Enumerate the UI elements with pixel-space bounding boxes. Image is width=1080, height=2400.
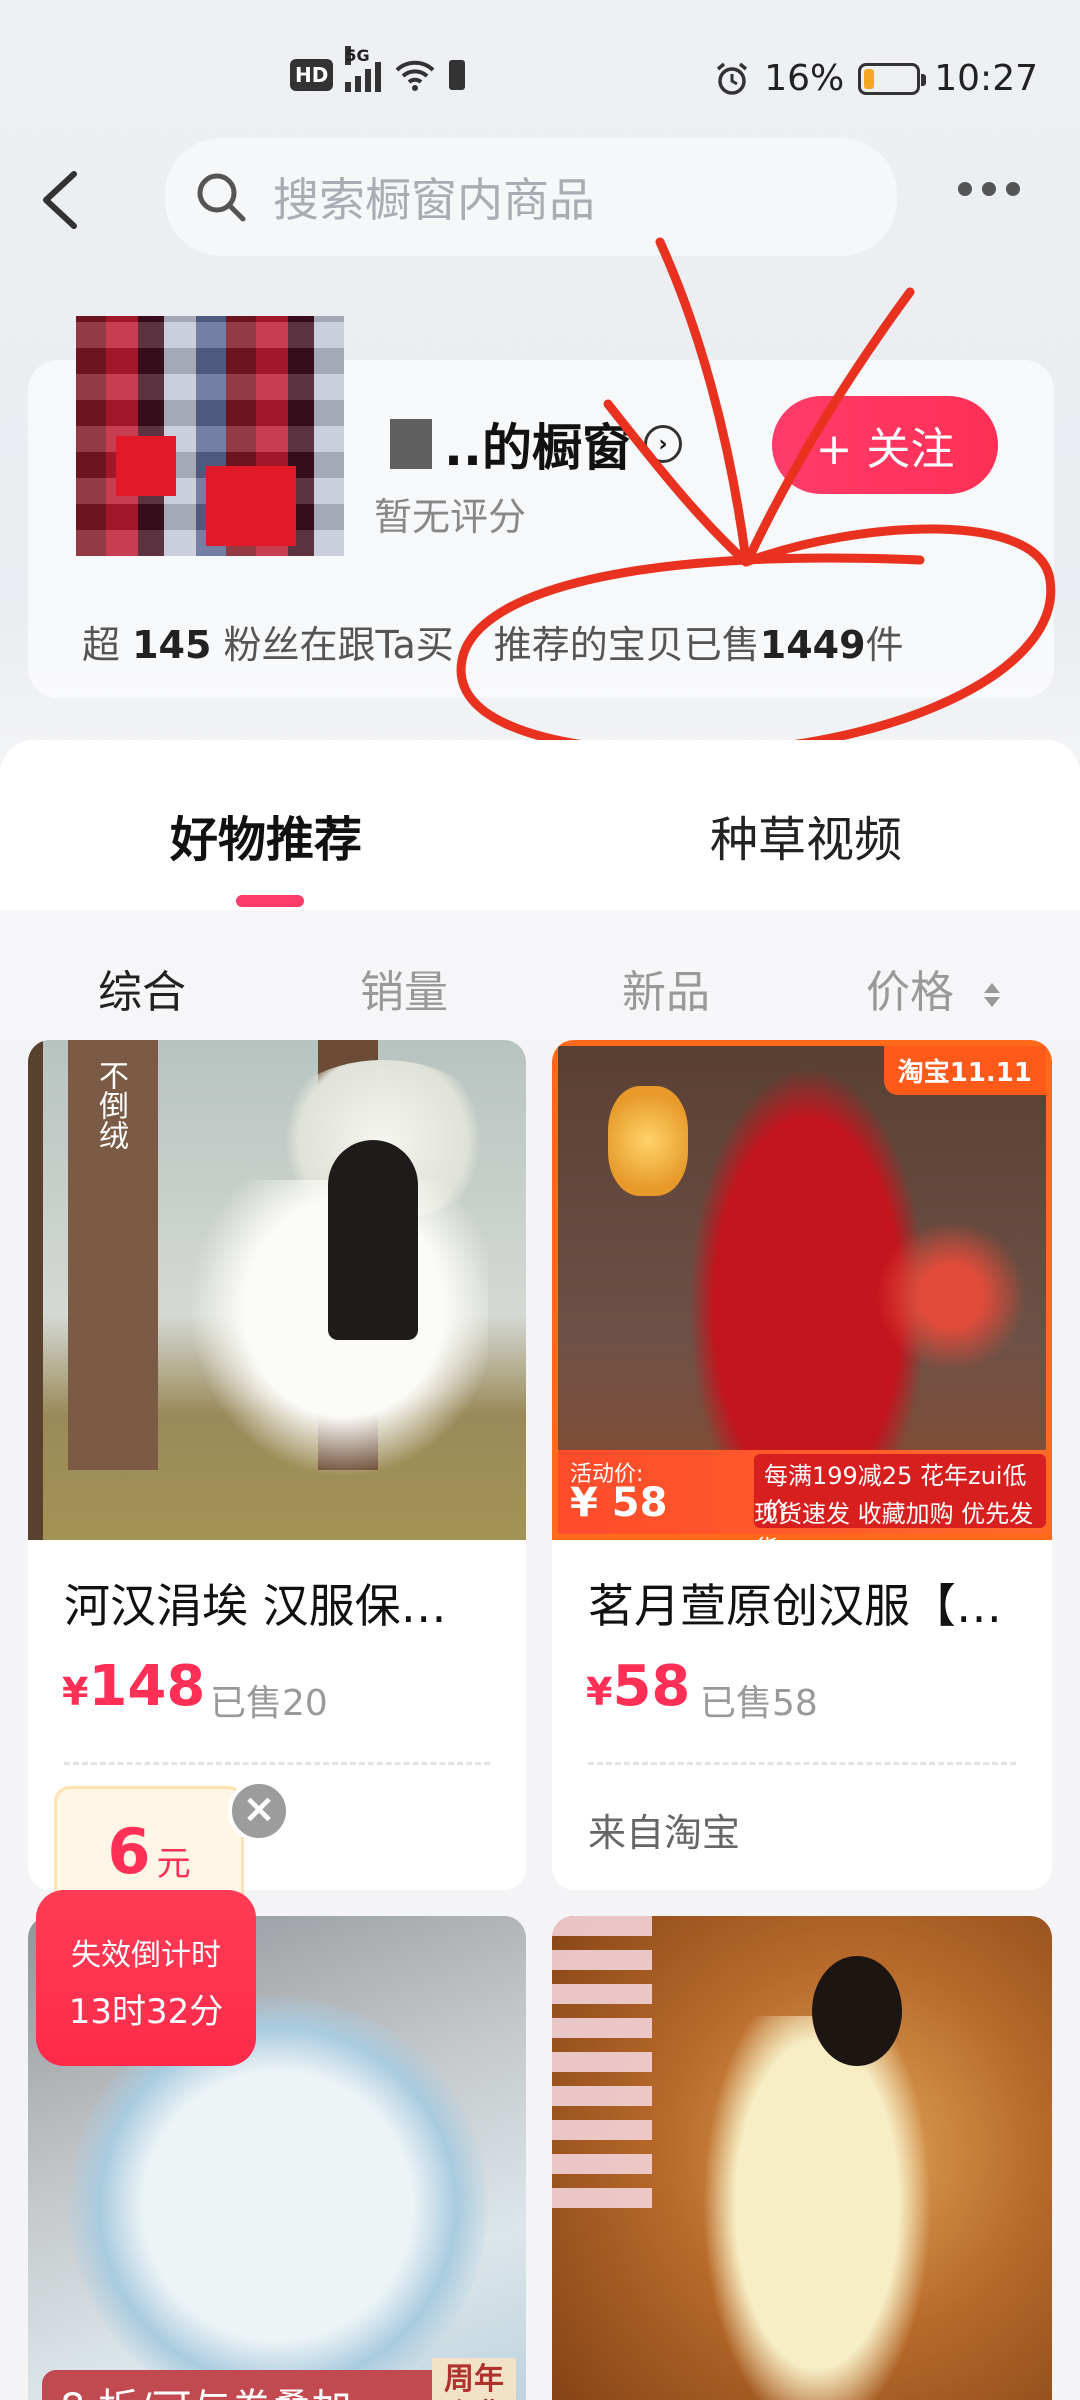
product-sold: 已售58	[700, 1683, 818, 1724]
close-icon[interactable]: ×	[228, 1780, 290, 1842]
product-image[interactable]	[552, 1916, 1052, 2400]
tab-recommended[interactable]: 好物推荐	[170, 800, 362, 870]
battery-saver-icon	[449, 60, 466, 90]
sort-comprehensive[interactable]: 综合	[98, 956, 186, 1020]
signal-icon: 5G	[345, 46, 382, 92]
coupon-floater[interactable]: 6元 失效倒计时 13时32分	[36, 1786, 256, 2066]
hd-badge: HD	[290, 59, 334, 91]
discount-banner: 8 折/可与券叠加 周年庆典	[42, 2358, 516, 2400]
shop-rating: 暂无评分	[374, 495, 527, 539]
shop-stats: 超 145 粉丝在跟Ta买 推荐的宝贝已售1449件	[82, 614, 904, 669]
battery-percent: 16%	[764, 58, 845, 99]
product-source: 来自淘宝	[588, 1811, 741, 1855]
divider	[64, 1762, 490, 1765]
shop-name[interactable]: ..的橱窗 ›	[390, 408, 682, 480]
product-image[interactable]: 不倒绒	[28, 1040, 526, 1540]
redacted-name	[390, 419, 432, 469]
more-options-icon[interactable]	[958, 182, 1020, 196]
tab-bar: 好物推荐 种草视频	[0, 740, 1080, 910]
product-price: ¥148	[62, 1654, 206, 1719]
sort-new[interactable]: 新品	[622, 956, 710, 1020]
promo-strip: 活动价: ¥ 58 每满199减25 花年zui低价 现货速发 收藏加购 优先发…	[558, 1450, 1046, 1563]
shop-avatar[interactable]	[76, 316, 344, 556]
sort-price[interactable]: 价格	[866, 956, 1000, 1020]
sort-sales[interactable]: 销量	[360, 956, 448, 1020]
tab-videos[interactable]: 种草视频	[710, 800, 902, 870]
fans-stat: 超 145 粉丝在跟Ta买	[82, 623, 454, 667]
search-icon	[197, 173, 246, 222]
divider	[588, 1762, 1016, 1765]
sort-bar: 综合 销量 新品 价格	[0, 910, 1080, 1040]
sort-price-label: 价格	[866, 967, 954, 1018]
status-left: HD 5G	[290, 46, 466, 92]
product-image[interactable]: 淘宝11.11 活动价: ¥ 58 每满199减25 花年zui低价 现货速发 …	[552, 1040, 1052, 1563]
status-bar: HD 5G 16% 10:27	[0, 0, 1080, 150]
sort-arrows-icon	[984, 983, 1000, 1007]
taobao-badge: 淘宝11.11	[883, 1046, 1046, 1095]
shop-name-text: ..的橱窗	[444, 419, 632, 477]
network-type: 5G	[345, 46, 370, 65]
status-right: 16% 10:27	[714, 58, 1038, 99]
battery-icon	[858, 62, 927, 95]
alarm-icon	[717, 62, 748, 95]
product-card[interactable]	[552, 1916, 1052, 2400]
product-sold: 已售20	[210, 1683, 328, 1724]
clock: 10:27	[934, 58, 1038, 99]
coupon-countdown: 失效倒计时 13时32分	[36, 1890, 256, 2066]
wifi-icon	[395, 60, 435, 91]
tab-indicator	[236, 895, 304, 907]
image-label: 不倒绒	[93, 1060, 128, 1150]
back-icon[interactable]	[36, 168, 86, 232]
search-input[interactable]: 搜索橱窗内商品	[165, 138, 897, 256]
product-price: ¥58	[586, 1654, 691, 1719]
product-card[interactable]: 不倒绒 河汉涓埃 汉服保… ¥148 已售20	[28, 1040, 526, 1890]
search-placeholder: 搜索橱窗内商品	[273, 173, 595, 227]
product-title: 河汉涓埃 汉服保…	[64, 1579, 447, 1633]
chevron-right-circle-icon: ›	[644, 425, 682, 463]
product-card[interactable]: 淘宝11.11 活动价: ¥ 58 每满199减25 花年zui低价 现货速发 …	[552, 1040, 1052, 1890]
follow-button[interactable]: + 关注	[772, 396, 998, 494]
product-title: 茗月萱原创汉服【…	[588, 1579, 1002, 1633]
sold-stat: 推荐的宝贝已售1449件	[493, 623, 904, 667]
